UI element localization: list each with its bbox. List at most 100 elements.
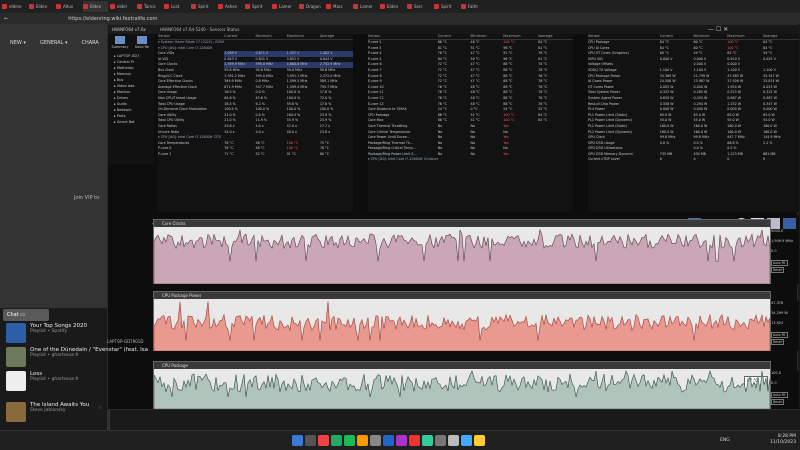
media-item[interactable]: The Island Awaits You Steve Jablonsky ♡ xyxy=(6,402,106,422)
tab-label: eldel xyxy=(117,4,127,9)
close-icon[interactable]: ✕ xyxy=(723,26,728,33)
item-sub: Playlist • ghartseuz-fr xyxy=(30,377,79,382)
heart-icon[interactable]: ♡ xyxy=(98,406,102,412)
clock[interactable]: 8:28 PM 11/10/2023 xyxy=(770,434,796,446)
browser-tab[interactable]: eldere xyxy=(2,1,27,12)
browser-tab[interactable]: Marc xyxy=(326,1,351,12)
browser-tab[interactable]: Sorc xyxy=(407,1,432,12)
site-nav-item[interactable]: GENERAL ▾ xyxy=(40,40,68,46)
taskbar-app-icon[interactable] xyxy=(435,435,446,446)
auto-fit-button[interactable]: Auto Fit xyxy=(771,260,788,266)
graph-scale-2: 47.378 34.299 W 13.924 Auto Fit Reset xyxy=(771,301,799,351)
graph-area xyxy=(154,369,770,409)
browser-tab[interactable]: Altus xyxy=(56,1,81,12)
tab-favicon xyxy=(2,4,7,9)
taskbar-app-icon[interactable] xyxy=(461,435,472,446)
taskbar-app-icon[interactable] xyxy=(383,435,394,446)
taskbar-app-icon[interactable] xyxy=(422,435,433,446)
header-cell: Sensor xyxy=(158,34,170,38)
minimize-icon[interactable]: — xyxy=(708,26,716,33)
sensor-row[interactable]: Current cTDP Level 0 0 0 0 xyxy=(588,157,799,163)
scale-max: 100.0 xyxy=(771,371,782,375)
taskbar-app-icon[interactable] xyxy=(396,435,407,446)
browser-tab[interactable]: Ashes xyxy=(218,1,243,12)
graph-scale-3: 100.0 0.0 Auto Fit Reset xyxy=(771,371,799,409)
header-cell: Maximum xyxy=(503,34,521,38)
tree-item[interactable]: ▸ Smart Bat xyxy=(114,120,154,126)
summary-button[interactable]: Summary xyxy=(110,36,130,52)
taskbar-app-icon[interactable] xyxy=(344,435,355,446)
join-vip-text[interactable]: Join VIP to xyxy=(74,195,99,201)
header-cell: Average xyxy=(319,34,335,38)
graph-cpu-package-temp: CPU Package 87 °C 20:28:07 xyxy=(153,361,771,409)
tab-favicon xyxy=(191,4,196,9)
header-cell: Maximum xyxy=(286,34,304,38)
reset-button[interactable]: Reset xyxy=(771,339,785,345)
media-item[interactable]: Your Top Songs 2020 Playlist • Spotify xyxy=(6,323,87,343)
sensor-value: 71 °C xyxy=(224,151,234,156)
graph-trace xyxy=(154,228,770,284)
media-item[interactable]: One of the Dúnedain / "Evenstar" (feat. … xyxy=(6,347,148,367)
browser-tab[interactable]: Spirit xyxy=(191,1,216,12)
url-text[interactable]: https://eldenring.wiki.fextralife.com xyxy=(68,16,157,22)
browser-tab[interactable]: Lamer xyxy=(272,1,297,12)
browser-tab[interactable]: eldel xyxy=(110,1,135,12)
sensor-row[interactable]: P-core 1 71 °C 52 °C 91 °C 80 °C xyxy=(158,152,353,158)
sensor-column-3: Sensor Current Minimum Maximum Average CPU P… xyxy=(588,34,799,212)
taskbar-app-icon[interactable] xyxy=(318,435,329,446)
tab-favicon xyxy=(245,4,250,9)
item-sub: Steve Jablonsky xyxy=(30,408,66,413)
browser-tab[interactable]: Faith xyxy=(461,1,486,12)
tab-label: Altus xyxy=(63,4,74,9)
site-nav-item[interactable]: NEW ▾ xyxy=(10,40,26,46)
reset-button[interactable]: Reset xyxy=(771,267,785,273)
address-bar[interactable]: ← https://eldenring.wiki.fextralife.com xyxy=(0,13,800,24)
sensor-value: 91 °C xyxy=(286,151,296,156)
lang-indicator[interactable]: ENG xyxy=(720,438,730,443)
sensor-value: 0 xyxy=(659,157,662,162)
browser-tab[interactable]: Dragon xyxy=(299,1,324,12)
sensor-column-2: Sensor Current Minimum Maximum Average P-cor… xyxy=(368,34,573,212)
graph-scale-1: 5000.0 1,949.9 MHz 0.0 Auto Fit Reset xyxy=(771,229,799,284)
playlist-cover xyxy=(6,323,26,343)
scale-max: 47.378 xyxy=(771,301,784,305)
taskbar-app-icon[interactable] xyxy=(305,435,316,446)
header-cell: Current xyxy=(659,34,673,38)
site-nav-item[interactable]: CHARA xyxy=(81,40,98,46)
taskbar-app-icon[interactable] xyxy=(292,435,303,446)
save-report-button[interactable]: Save Re xyxy=(132,36,152,52)
browser-tab[interactable]: Spirit xyxy=(245,1,270,12)
browser-tab[interactable]: Elden xyxy=(83,1,108,12)
header-cell: Maximum xyxy=(727,34,745,38)
browser-tabbar: eldere Elden Altus Elden eldel Tarnis Lost Spir… xyxy=(0,0,800,13)
tab-favicon xyxy=(56,4,61,9)
browser-tab[interactable]: Spirit xyxy=(434,1,459,12)
browser-tab[interactable]: Elden xyxy=(380,1,405,12)
media-item[interactable]: Loss Playlist • ghartseuz-fr xyxy=(6,371,79,391)
sensor-value xyxy=(438,157,471,163)
browser-tab[interactable]: Elden xyxy=(29,1,54,12)
sensor-group[interactable]: ▾ CPU [#0]: Intel Core i7-12800H: Enhanc… xyxy=(368,157,573,163)
browser-tab[interactable]: Tarnis xyxy=(137,1,162,12)
sensor-value: 52 °C xyxy=(255,151,265,156)
tab-favicon xyxy=(137,4,142,9)
taskbar-app-icon[interactable] xyxy=(370,435,381,446)
sensor-value xyxy=(470,157,503,163)
taskbar-app-icon[interactable] xyxy=(448,435,459,446)
tab-label: Marc xyxy=(333,4,343,9)
chat-button[interactable]: Chat ▭ xyxy=(3,309,49,321)
tab-label: Spirit xyxy=(252,4,263,9)
auto-fit-button[interactable]: Auto Fit xyxy=(771,392,788,398)
auto-fit-button[interactable]: Auto Fit xyxy=(771,332,788,338)
tab-favicon xyxy=(29,4,34,9)
tab-favicon xyxy=(434,4,439,9)
taskbar-app-icon[interactable] xyxy=(409,435,420,446)
taskbar-app-icon[interactable] xyxy=(474,435,485,446)
back-icon[interactable]: ← xyxy=(4,16,8,22)
header-cell: Sensor xyxy=(588,34,600,38)
taskbar-app-icon[interactable] xyxy=(331,435,342,446)
browser-tab[interactable]: Lamer xyxy=(353,1,378,12)
reset-button[interactable]: Reset xyxy=(771,399,785,405)
taskbar-app-icon[interactable] xyxy=(357,435,368,446)
browser-tab[interactable]: Lost xyxy=(164,1,189,12)
